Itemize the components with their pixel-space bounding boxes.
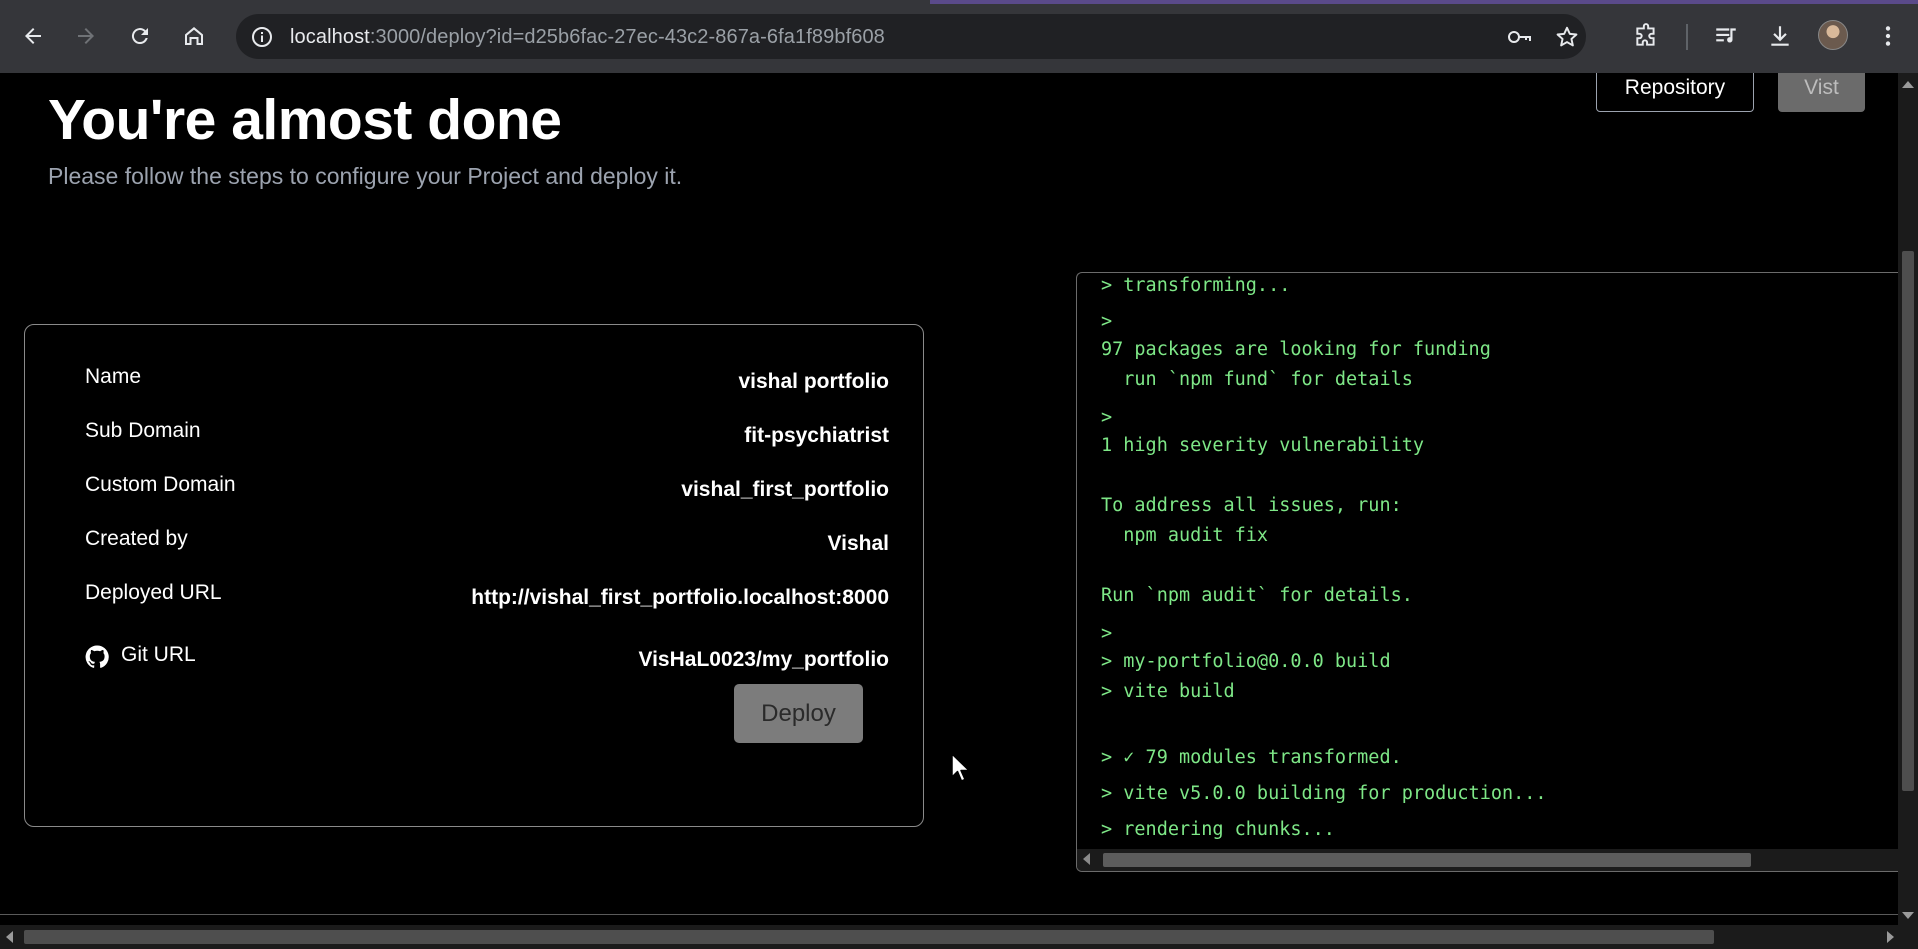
downloads-icon[interactable] xyxy=(1764,20,1796,52)
detail-row-custom-domain: Custom Domain vishal_first_portfolio xyxy=(85,473,889,503)
detail-label: Deployed URL xyxy=(85,581,222,604)
detail-value: fit-psychiatrist xyxy=(744,424,889,447)
tab-strip xyxy=(0,0,1918,4)
log-line: > xyxy=(1101,623,1113,644)
log-line: > vite build xyxy=(1101,681,1235,702)
log-line: > xyxy=(1101,311,1113,332)
deployed-url-link[interactable]: http://vishal_first_portfolio.localhost:… xyxy=(471,586,889,610)
page-vertical-scrollbar[interactable] xyxy=(1898,73,1918,925)
log-line: > my-portfolio@0.0.0 build xyxy=(1101,651,1391,672)
url-path: :3000/deploy?id=d25b6fac-27ec-43c2-867a-… xyxy=(369,26,885,48)
project-details-card: Name vishal portfolio Sub Domain fit-psy… xyxy=(24,324,924,827)
log-line: > ✓ 79 modules transformed. xyxy=(1101,747,1402,768)
profile-avatar[interactable] xyxy=(1818,20,1848,50)
log-line: > xyxy=(1101,407,1113,428)
detail-label: Name xyxy=(85,365,142,388)
extensions-icon[interactable] xyxy=(1630,20,1662,52)
scroll-up-icon[interactable] xyxy=(1902,81,1914,88)
home-icon[interactable] xyxy=(176,18,212,54)
log-line: 97 packages are looking for funding xyxy=(1101,339,1491,360)
page-divider xyxy=(0,914,1898,915)
log-line: 1 high severity vulnerability xyxy=(1101,435,1425,456)
detail-value: vishal_first_portfolio xyxy=(681,478,889,501)
detail-label: Custom Domain xyxy=(85,473,236,496)
detail-row-created-by: Created by Vishal xyxy=(85,527,889,557)
deploy-page: You're almost done Please follow the ste… xyxy=(0,73,1898,925)
detail-row-name: Name vishal portfolio xyxy=(85,365,889,395)
menu-icon[interactable] xyxy=(1872,20,1904,52)
log-line: > vite v5.0.0 building for production... xyxy=(1101,783,1547,804)
toolbar-divider xyxy=(1686,24,1688,50)
git-url-link[interactable]: VisHaL0023/my_portfolio xyxy=(638,648,889,672)
scroll-right-icon[interactable] xyxy=(1887,931,1894,943)
log-line: > transforming... xyxy=(1101,275,1291,296)
url-text[interactable]: localhost:3000/deploy?id=d25b6fac-27ec-4… xyxy=(290,26,885,49)
scrollbar-thumb[interactable] xyxy=(1103,853,1751,867)
media-controls-icon[interactable] xyxy=(1710,20,1742,52)
page-title: You're almost done xyxy=(48,88,562,152)
back-icon[interactable] xyxy=(15,18,51,54)
deploy-button[interactable]: Deploy xyxy=(734,684,863,743)
scrollbar-thumb[interactable] xyxy=(1902,251,1914,791)
url-host: localhost xyxy=(290,26,370,48)
repository-button[interactable]: Repository xyxy=(1596,73,1754,112)
visit-button[interactable]: Vist xyxy=(1778,73,1865,112)
log-line: Run `npm audit` for details. xyxy=(1101,585,1413,606)
detail-row-git-url: Git URL VisHaL0023/my_portfolio xyxy=(85,643,889,673)
terminal-horizontal-scrollbar[interactable] xyxy=(1077,849,1898,871)
log-line: > rendering chunks... xyxy=(1101,819,1335,840)
detail-label: Sub Domain xyxy=(85,419,201,442)
detail-row-deployed-url: Deployed URL http://vishal_first_portfol… xyxy=(85,581,889,611)
password-key-icon[interactable] xyxy=(1506,24,1532,50)
scroll-left-icon[interactable] xyxy=(6,931,13,943)
mouse-cursor-icon xyxy=(951,753,970,782)
log-line: run `npm fund` for details xyxy=(1101,369,1413,390)
forward-icon[interactable] xyxy=(68,18,104,54)
page-horizontal-scrollbar[interactable] xyxy=(0,925,1918,949)
address-bar[interactable]: localhost:3000/deploy?id=d25b6fac-27ec-4… xyxy=(236,14,1586,59)
detail-value: Vishal xyxy=(827,532,889,555)
github-icon xyxy=(85,645,109,668)
site-info-icon[interactable] xyxy=(250,25,274,49)
browser-toolbar: localhost:3000/deploy?id=d25b6fac-27ec-4… xyxy=(0,0,1918,73)
scroll-down-icon[interactable] xyxy=(1902,912,1914,919)
reload-icon[interactable] xyxy=(122,18,158,54)
log-line: To address all issues, run: xyxy=(1101,495,1402,516)
build-log-terminal[interactable]: > transforming... > 97 packages are look… xyxy=(1076,272,1898,872)
detail-label: Git URL xyxy=(121,643,196,666)
scrollbar-thumb[interactable] xyxy=(24,930,1714,944)
bookmark-star-icon[interactable] xyxy=(1554,24,1580,50)
page-subtitle: Please follow the steps to configure you… xyxy=(48,163,683,189)
scroll-left-icon[interactable] xyxy=(1083,853,1090,865)
detail-label: Created by xyxy=(85,527,188,550)
detail-row-subdomain: Sub Domain fit-psychiatrist xyxy=(85,419,889,449)
log-line: npm audit fix xyxy=(1101,525,1269,546)
detail-value: vishal portfolio xyxy=(738,370,889,393)
